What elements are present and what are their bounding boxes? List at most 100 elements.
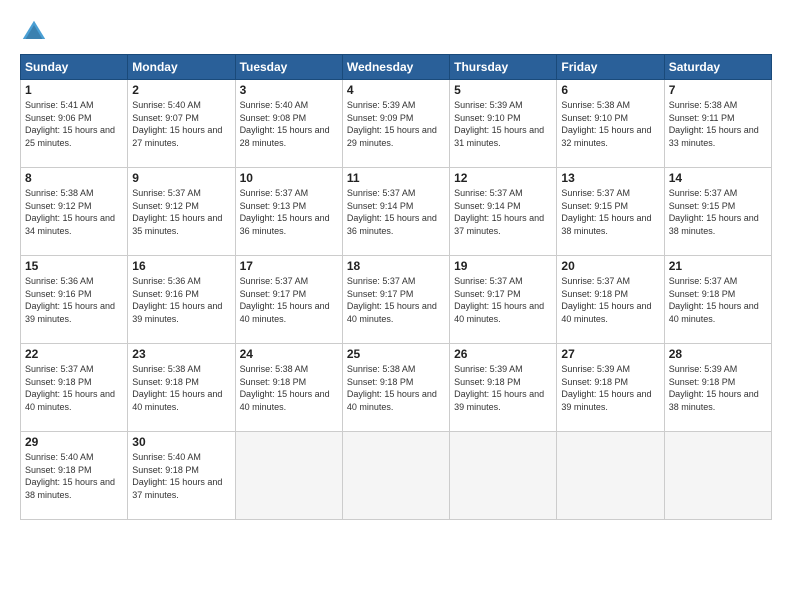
calendar-cell: 5Sunrise: 5:39 AMSunset: 9:10 PMDaylight… [450, 80, 557, 168]
calendar-cell: 20Sunrise: 5:37 AMSunset: 9:18 PMDayligh… [557, 256, 664, 344]
calendar-cell: 2Sunrise: 5:40 AMSunset: 9:07 PMDaylight… [128, 80, 235, 168]
sunset-label: Sunset: 9:14 PM [347, 201, 414, 211]
calendar-cell [235, 432, 342, 520]
day-info: Sunrise: 5:37 AMSunset: 9:13 PMDaylight:… [240, 187, 338, 237]
sunrise-label: Sunrise: 5:39 AM [347, 100, 416, 110]
calendar-cell: 29Sunrise: 5:40 AMSunset: 9:18 PMDayligh… [21, 432, 128, 520]
day-info: Sunrise: 5:37 AMSunset: 9:12 PMDaylight:… [132, 187, 230, 237]
sunset-label: Sunset: 9:18 PM [132, 465, 199, 475]
sunset-label: Sunset: 9:13 PM [240, 201, 307, 211]
sunset-label: Sunset: 9:11 PM [669, 113, 735, 123]
daylight-label: Daylight: 15 hours and 38 minutes. [669, 213, 759, 236]
day-info: Sunrise: 5:40 AMSunset: 9:08 PMDaylight:… [240, 99, 338, 149]
sunset-label: Sunset: 9:18 PM [25, 377, 92, 387]
sunset-label: Sunset: 9:18 PM [454, 377, 521, 387]
sunrise-label: Sunrise: 5:37 AM [132, 188, 201, 198]
sunrise-label: Sunrise: 5:37 AM [240, 188, 309, 198]
day-number: 30 [132, 435, 230, 449]
calendar-cell: 4Sunrise: 5:39 AMSunset: 9:09 PMDaylight… [342, 80, 449, 168]
daylight-label: Daylight: 15 hours and 40 minutes. [347, 389, 437, 412]
day-number: 25 [347, 347, 445, 361]
day-number: 18 [347, 259, 445, 273]
sunrise-label: Sunrise: 5:36 AM [132, 276, 201, 286]
day-number: 7 [669, 83, 767, 97]
day-info: Sunrise: 5:39 AMSunset: 9:18 PMDaylight:… [454, 363, 552, 413]
day-number: 26 [454, 347, 552, 361]
calendar-cell: 1Sunrise: 5:41 AMSunset: 9:06 PMDaylight… [21, 80, 128, 168]
daylight-label: Daylight: 15 hours and 32 minutes. [561, 125, 651, 148]
daylight-label: Daylight: 15 hours and 31 minutes. [454, 125, 544, 148]
daylight-label: Daylight: 15 hours and 40 minutes. [240, 389, 330, 412]
sunrise-label: Sunrise: 5:38 AM [240, 364, 309, 374]
sunrise-label: Sunrise: 5:37 AM [454, 276, 523, 286]
sunset-label: Sunset: 9:09 PM [347, 113, 414, 123]
calendar-cell [450, 432, 557, 520]
sunrise-label: Sunrise: 5:38 AM [132, 364, 201, 374]
sunrise-label: Sunrise: 5:37 AM [669, 188, 738, 198]
weekday-header-thursday: Thursday [450, 55, 557, 80]
sunrise-label: Sunrise: 5:38 AM [25, 188, 94, 198]
daylight-label: Daylight: 15 hours and 27 minutes. [132, 125, 222, 148]
day-number: 6 [561, 83, 659, 97]
day-info: Sunrise: 5:41 AMSunset: 9:06 PMDaylight:… [25, 99, 123, 149]
day-number: 15 [25, 259, 123, 273]
calendar-cell: 22 Sunrise: 5:37 AMSunset: 9:18 PMDayligh… [21, 344, 128, 432]
day-number: 20 [561, 259, 659, 273]
day-number: 2 [132, 83, 230, 97]
calendar-cell: 9Sunrise: 5:37 AMSunset: 9:12 PMDaylight… [128, 168, 235, 256]
calendar-cell: 30Sunrise: 5:40 AMSunset: 9:18 PMDayligh… [128, 432, 235, 520]
daylight-label: Daylight: 15 hours and 38 minutes. [669, 389, 759, 412]
daylight-label: Daylight: 15 hours and 38 minutes. [25, 477, 115, 500]
day-info: Sunrise: 5:37 AMSunset: 9:18 PMDaylight:… [25, 363, 123, 413]
calendar-cell: 6Sunrise: 5:38 AMSunset: 9:10 PMDaylight… [557, 80, 664, 168]
day-info: Sunrise: 5:37 AMSunset: 9:14 PMDaylight:… [454, 187, 552, 237]
sunset-label: Sunset: 9:12 PM [25, 201, 92, 211]
day-number: 10 [240, 171, 338, 185]
daylight-label: Daylight: 15 hours and 40 minutes. [669, 301, 759, 324]
daylight-label: Daylight: 15 hours and 39 minutes. [25, 301, 115, 324]
day-info: Sunrise: 5:36 AMSunset: 9:16 PMDaylight:… [132, 275, 230, 325]
day-info: Sunrise: 5:37 AMSunset: 9:15 PMDaylight:… [561, 187, 659, 237]
day-number: 5 [454, 83, 552, 97]
page: SundayMondayTuesdayWednesdayThursdayFrid… [0, 0, 792, 612]
daylight-label: Daylight: 15 hours and 40 minutes. [561, 301, 651, 324]
day-number: 22 [25, 347, 123, 361]
calendar-cell: 25 Sunrise: 5:38 AMSunset: 9:18 PMDayligh… [342, 344, 449, 432]
calendar-cell: 26 Sunrise: 5:39 AMSunset: 9:18 PMDayligh… [450, 344, 557, 432]
sunset-label: Sunset: 9:18 PM [25, 465, 92, 475]
sunrise-label: Sunrise: 5:39 AM [561, 364, 630, 374]
daylight-label: Daylight: 15 hours and 36 minutes. [347, 213, 437, 236]
day-info: Sunrise: 5:38 AM Sunset: 9:18 PM Daylight:… [240, 363, 338, 413]
daylight-label: Daylight: 15 hours and 37 minutes. [454, 213, 544, 236]
calendar-cell: 16Sunrise: 5:36 AMSunset: 9:16 PMDayligh… [128, 256, 235, 344]
weekday-header-wednesday: Wednesday [342, 55, 449, 80]
weekday-header-sunday: Sunday [21, 55, 128, 80]
day-number: 24 [240, 347, 338, 361]
day-info: Sunrise: 5:38 AMSunset: 9:11 PMDaylight:… [669, 99, 767, 149]
calendar-cell: 19Sunrise: 5:37 AMSunset: 9:17 PMDayligh… [450, 256, 557, 344]
calendar-cell: 13Sunrise: 5:37 AMSunset: 9:15 PMDayligh… [557, 168, 664, 256]
sunset-label: Sunset: 9:16 PM [132, 289, 199, 299]
sunset-label: Sunset: 9:18 PM [240, 377, 307, 387]
sunrise-label: Sunrise: 5:40 AM [132, 100, 201, 110]
sunset-label: Sunset: 9:18 PM [561, 377, 628, 387]
calendar-table: SundayMondayTuesdayWednesdayThursdayFrid… [20, 54, 772, 520]
daylight-label: Daylight: 15 hours and 40 minutes. [240, 301, 330, 324]
sunset-label: Sunset: 9:08 PM [240, 113, 307, 123]
day-info: Sunrise: 5:37 AMSunset: 9:17 PMDaylight:… [454, 275, 552, 325]
week-row-2: 8Sunrise: 5:38 AMSunset: 9:12 PMDaylight… [21, 168, 772, 256]
day-number: 11 [347, 171, 445, 185]
sunset-label: Sunset: 9:16 PM [25, 289, 92, 299]
day-info: Sunrise: 5:38 AMSunset: 9:18 PMDaylight:… [347, 363, 445, 413]
calendar-cell: 23Sunrise: 5:38 AMSunset: 9:18 PMDayligh… [128, 344, 235, 432]
weekday-header-saturday: Saturday [664, 55, 771, 80]
calendar-cell: 7 Sunrise: 5:38 AMSunset: 9:11 PMDaylight… [664, 80, 771, 168]
daylight-label: Daylight: 15 hours and 29 minutes. [347, 125, 437, 148]
day-number: 23 [132, 347, 230, 361]
daylight-label: Daylight: 15 hours and 40 minutes. [454, 301, 544, 324]
daylight-label: Daylight: 15 hours and 40 minutes. [347, 301, 437, 324]
calendar-cell: 15Sunrise: 5:36 AMSunset: 9:16 PMDayligh… [21, 256, 128, 344]
day-number: 27 [561, 347, 659, 361]
daylight-label: Daylight: 15 hours and 37 minutes. [132, 477, 222, 500]
sunrise-label: Sunrise: 5:37 AM [454, 188, 523, 198]
